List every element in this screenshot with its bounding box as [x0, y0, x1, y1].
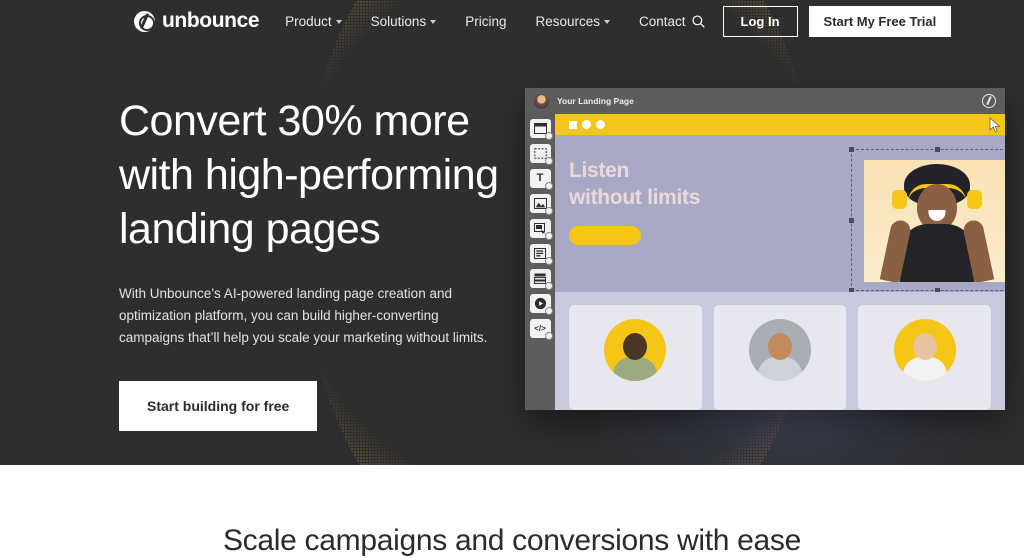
canvas-cards-row — [555, 292, 1005, 410]
canvas-hero-row: Listen without limits — [555, 135, 1005, 293]
start-free-trial-button[interactable]: Start My Free Trial — [808, 5, 952, 37]
canvas-card[interactable] — [569, 305, 702, 410]
canvas-heading: Listen without limits — [569, 157, 800, 211]
nav-item-solutions[interactable]: Solutions — [371, 14, 437, 29]
canvas-navbar — [555, 114, 1005, 135]
login-button[interactable]: Log In — [722, 5, 798, 37]
chevron-down-icon — [604, 20, 610, 24]
mockup-body: T </> Listen without limits — [525, 114, 1005, 410]
canvas-card[interactable] — [713, 305, 847, 410]
card-avatar-head — [623, 333, 648, 360]
card-avatar — [604, 319, 667, 381]
hero-text-column: Convert 30% more with high-performing la… — [119, 42, 514, 431]
mouse-pointer-icon — [989, 117, 1001, 133]
avatar — [534, 93, 549, 109]
mockup-page-title: Your Landing Page — [557, 96, 634, 106]
nav-item-product-label: Product — [285, 13, 332, 29]
canvas-card[interactable] — [858, 305, 992, 410]
navbar-dot-icon — [582, 120, 591, 129]
canvas-copy-block: Listen without limits — [555, 135, 800, 292]
chevron-down-icon — [430, 20, 437, 24]
nav-item-resources-label: Resources — [535, 13, 600, 29]
nav-item-pricing-label: Pricing — [465, 13, 507, 29]
text-tool-icon[interactable]: T — [529, 169, 553, 190]
code-tool-icon[interactable]: </> — [529, 319, 553, 340]
image-tool-icon[interactable] — [529, 194, 553, 215]
chevron-down-icon — [335, 20, 342, 24]
nav-item-contact[interactable]: Contact — [639, 14, 686, 29]
hero-section: unbounce Product Solutions Pricing Resou… — [0, 0, 1024, 465]
mockup-titlebar: Your Landing Page — [525, 88, 1005, 114]
canvas-heading-line-2: without limits — [569, 186, 701, 209]
canvas-heading-line-1: Listen — [569, 159, 630, 182]
card-avatar-body — [613, 357, 658, 381]
hero-headline-line-2: with high-performing — [119, 151, 499, 199]
next-section: Scale campaigns and conversions with eas… — [0, 465, 1024, 557]
hero-headline-line-3: landing pages — [119, 205, 381, 253]
unbounce-logo[interactable]: unbounce — [134, 9, 260, 33]
card-avatar-head — [768, 333, 792, 360]
nav-links: Product Solutions Pricing Resources Cont… — [285, 14, 685, 29]
unbounce-logo-icon — [134, 10, 155, 32]
hero-headline: Convert 30% more with high-performing la… — [119, 94, 514, 256]
unbounce-mark-icon — [982, 94, 996, 108]
start-building-button[interactable]: Start building for free — [119, 381, 318, 431]
nav-item-contact-label: Contact — [639, 13, 686, 29]
card-avatar-body — [902, 357, 947, 381]
card-avatar-body — [758, 357, 802, 381]
button-tool-icon[interactable] — [529, 219, 553, 240]
canvas-cta-button[interactable] — [569, 226, 641, 245]
nav-item-solutions-label: Solutions — [370, 13, 427, 29]
builder-toolbar: T </> — [525, 114, 555, 410]
nav-item-product[interactable]: Product — [285, 14, 342, 29]
hero-headline-line-1: Convert 30% more — [119, 97, 470, 145]
main-navigation: unbounce Product Solutions Pricing Resou… — [0, 0, 1024, 42]
list-tool-icon[interactable] — [529, 269, 553, 290]
text-tool-glyph: T — [536, 172, 544, 184]
canvas-hero-photo — [864, 160, 1005, 282]
resize-handle[interactable] — [934, 147, 940, 152]
code-tool-glyph: </> — [534, 323, 546, 333]
builder-mockup: Your Landing Page T </> Listen without l… — [525, 88, 1005, 410]
builder-canvas: Listen without limits — [555, 114, 1005, 410]
section-tool-icon[interactable] — [529, 119, 553, 140]
search-button[interactable] — [686, 8, 712, 34]
nav-item-pricing[interactable]: Pricing — [465, 14, 506, 29]
card-avatar-head — [912, 333, 937, 360]
video-tool-icon[interactable] — [529, 294, 553, 315]
card-avatar — [893, 319, 956, 381]
navbar-square-icon — [569, 120, 577, 129]
selected-image-element[interactable] — [849, 147, 1005, 293]
box-tool-icon[interactable] — [529, 144, 553, 165]
resize-handle[interactable] — [849, 217, 854, 223]
form-tool-icon[interactable] — [529, 244, 553, 265]
card-avatar — [749, 319, 811, 381]
nav-item-resources[interactable]: Resources — [535, 14, 610, 29]
logo-wordmark: unbounce — [162, 9, 260, 32]
photo-headphone-right — [967, 190, 982, 209]
search-icon — [692, 14, 705, 28]
nav-actions: Log In Start My Free Trial — [686, 5, 952, 37]
resize-handle[interactable] — [849, 147, 854, 152]
navbar-dot-icon — [596, 120, 605, 129]
next-section-heading: Scale campaigns and conversions with eas… — [222, 524, 802, 557]
hero-subtext: With Unbounce’s AI-powered landing page … — [119, 286, 488, 345]
photo-headphone-left — [892, 190, 907, 209]
